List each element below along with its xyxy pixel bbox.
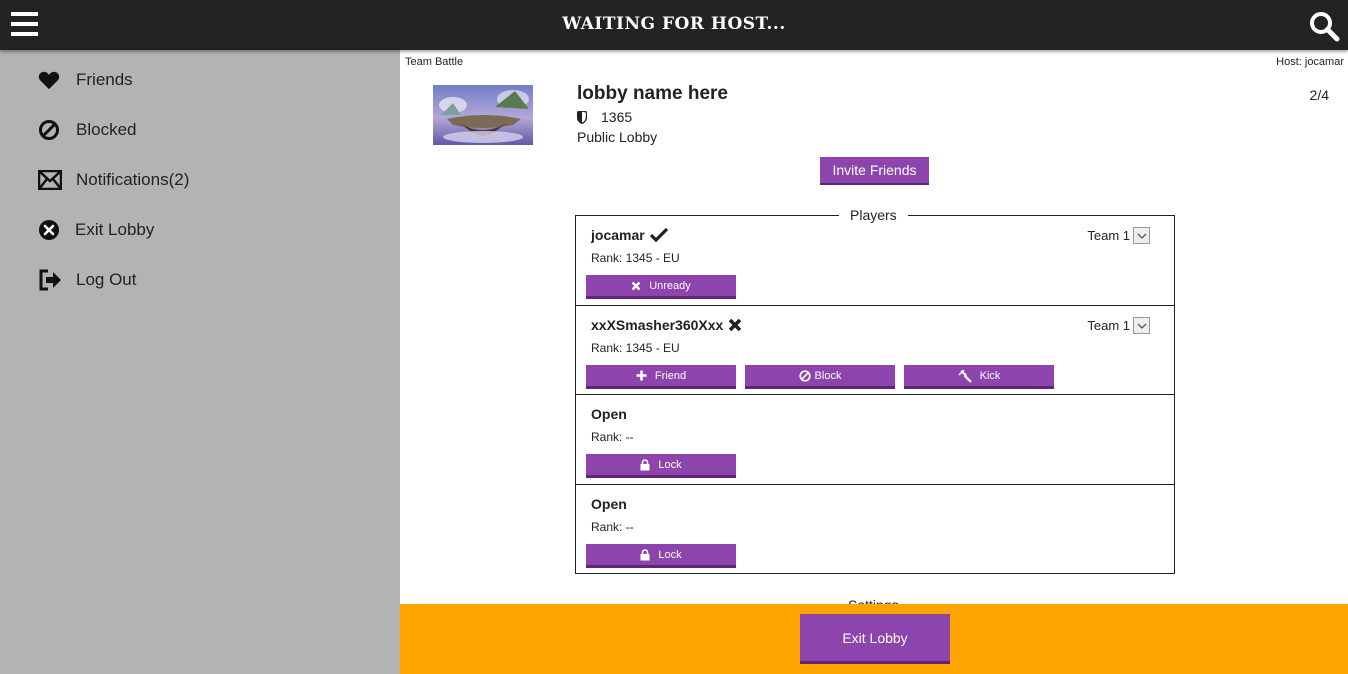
hammer-icon [958,368,972,383]
lock-slot-button[interactable]: Lock [586,454,736,478]
lobby-rank-value: 1365 [601,109,633,125]
invite-friends-button[interactable]: Invite Friends [820,157,929,185]
player-slot: jocamar Rank: 1345 - EU Team 1 Unready [576,216,1174,306]
chevron-down-icon[interactable] [1133,317,1150,334]
player-count: 2/4 [1309,87,1329,103]
sidebar-item-label: Notifications(2) [76,170,190,189]
player-slot-open: Open Rank: -- Lock [576,485,1174,573]
sidebar: Friends Blocked Notifications(2) Exit Lo… [0,50,400,674]
game-mode-label: Team Battle [405,56,464,68]
team-select-value: Team 1 [1087,228,1130,243]
footer-bar: Exit Lobby [400,604,1348,674]
exit-lobby-button[interactable]: Exit Lobby [800,614,950,664]
player-name: jocamar [591,227,668,243]
heart-icon [38,67,64,93]
sidebar-item-label: Blocked [76,120,137,139]
lock-icon [640,548,650,561]
add-friend-button[interactable]: Friend [586,365,736,389]
logout-icon [38,267,64,293]
sidebar-item-blocked[interactable]: Blocked [38,115,136,145]
blocked-icon [798,369,811,382]
player-rank: Rank: -- [591,520,634,534]
chevron-down-icon[interactable] [1133,227,1150,244]
player-name: Open [591,406,627,422]
sidebar-item-log-out[interactable]: Log Out [38,265,137,295]
team-select-value: Team 1 [1087,318,1130,333]
page-title: WAITING FOR HOST... [562,14,786,34]
sidebar-item-label: Friends [76,70,133,89]
block-button[interactable]: Block [745,365,895,389]
player-slot-open: Open Rank: -- Lock [576,395,1174,485]
envelope-icon [38,167,64,193]
stage-thumbnail [433,85,533,145]
close-circle-icon [38,217,64,243]
sidebar-item-exit-lobby[interactable]: Exit Lobby [38,215,154,245]
team-select[interactable]: Team 1 [1087,317,1150,334]
player-rank: Rank: -- [591,430,634,444]
unready-button[interactable]: Unready [586,275,736,299]
lobby-panel: Team Battle Host: jocamar lobby name her… [400,50,1348,674]
sidebar-item-label: Exit Lobby [75,220,155,239]
check-icon [649,228,668,242]
player-rank: Rank: 1345 - EU [591,341,680,355]
x-icon [728,318,742,332]
lobby-rank: 1365 [576,109,633,125]
x-icon [631,281,641,291]
lobby-name: lobby name here [577,83,728,104]
player-slot: xxXSmasher360Xxx Rank: 1345 - EU Team 1 … [576,306,1174,395]
kick-button[interactable]: Kick [904,365,1054,389]
host-label: Host: jocamar [1276,56,1344,68]
shield-icon [576,109,588,124]
team-select[interactable]: Team 1 [1087,227,1150,244]
lobby-visibility: Public Lobby [577,129,658,145]
lock-icon [640,458,650,471]
search-icon[interactable] [1308,10,1340,42]
player-rank: Rank: 1345 - EU [591,251,680,265]
plus-icon [636,370,647,381]
sidebar-item-notifications[interactable]: Notifications(2) [38,165,189,195]
sidebar-item-label: Log Out [76,270,137,289]
top-bar: WAITING FOR HOST... [0,0,1348,50]
player-name: Open [591,496,627,512]
player-name: xxXSmasher360Xxx [591,317,742,333]
lock-slot-button[interactable]: Lock [586,544,736,568]
sidebar-item-friends[interactable]: Friends [38,65,133,95]
blocked-icon [38,117,64,143]
players-panel: Players jocamar Rank: 1345 - EU Team 1 U… [575,207,1175,574]
